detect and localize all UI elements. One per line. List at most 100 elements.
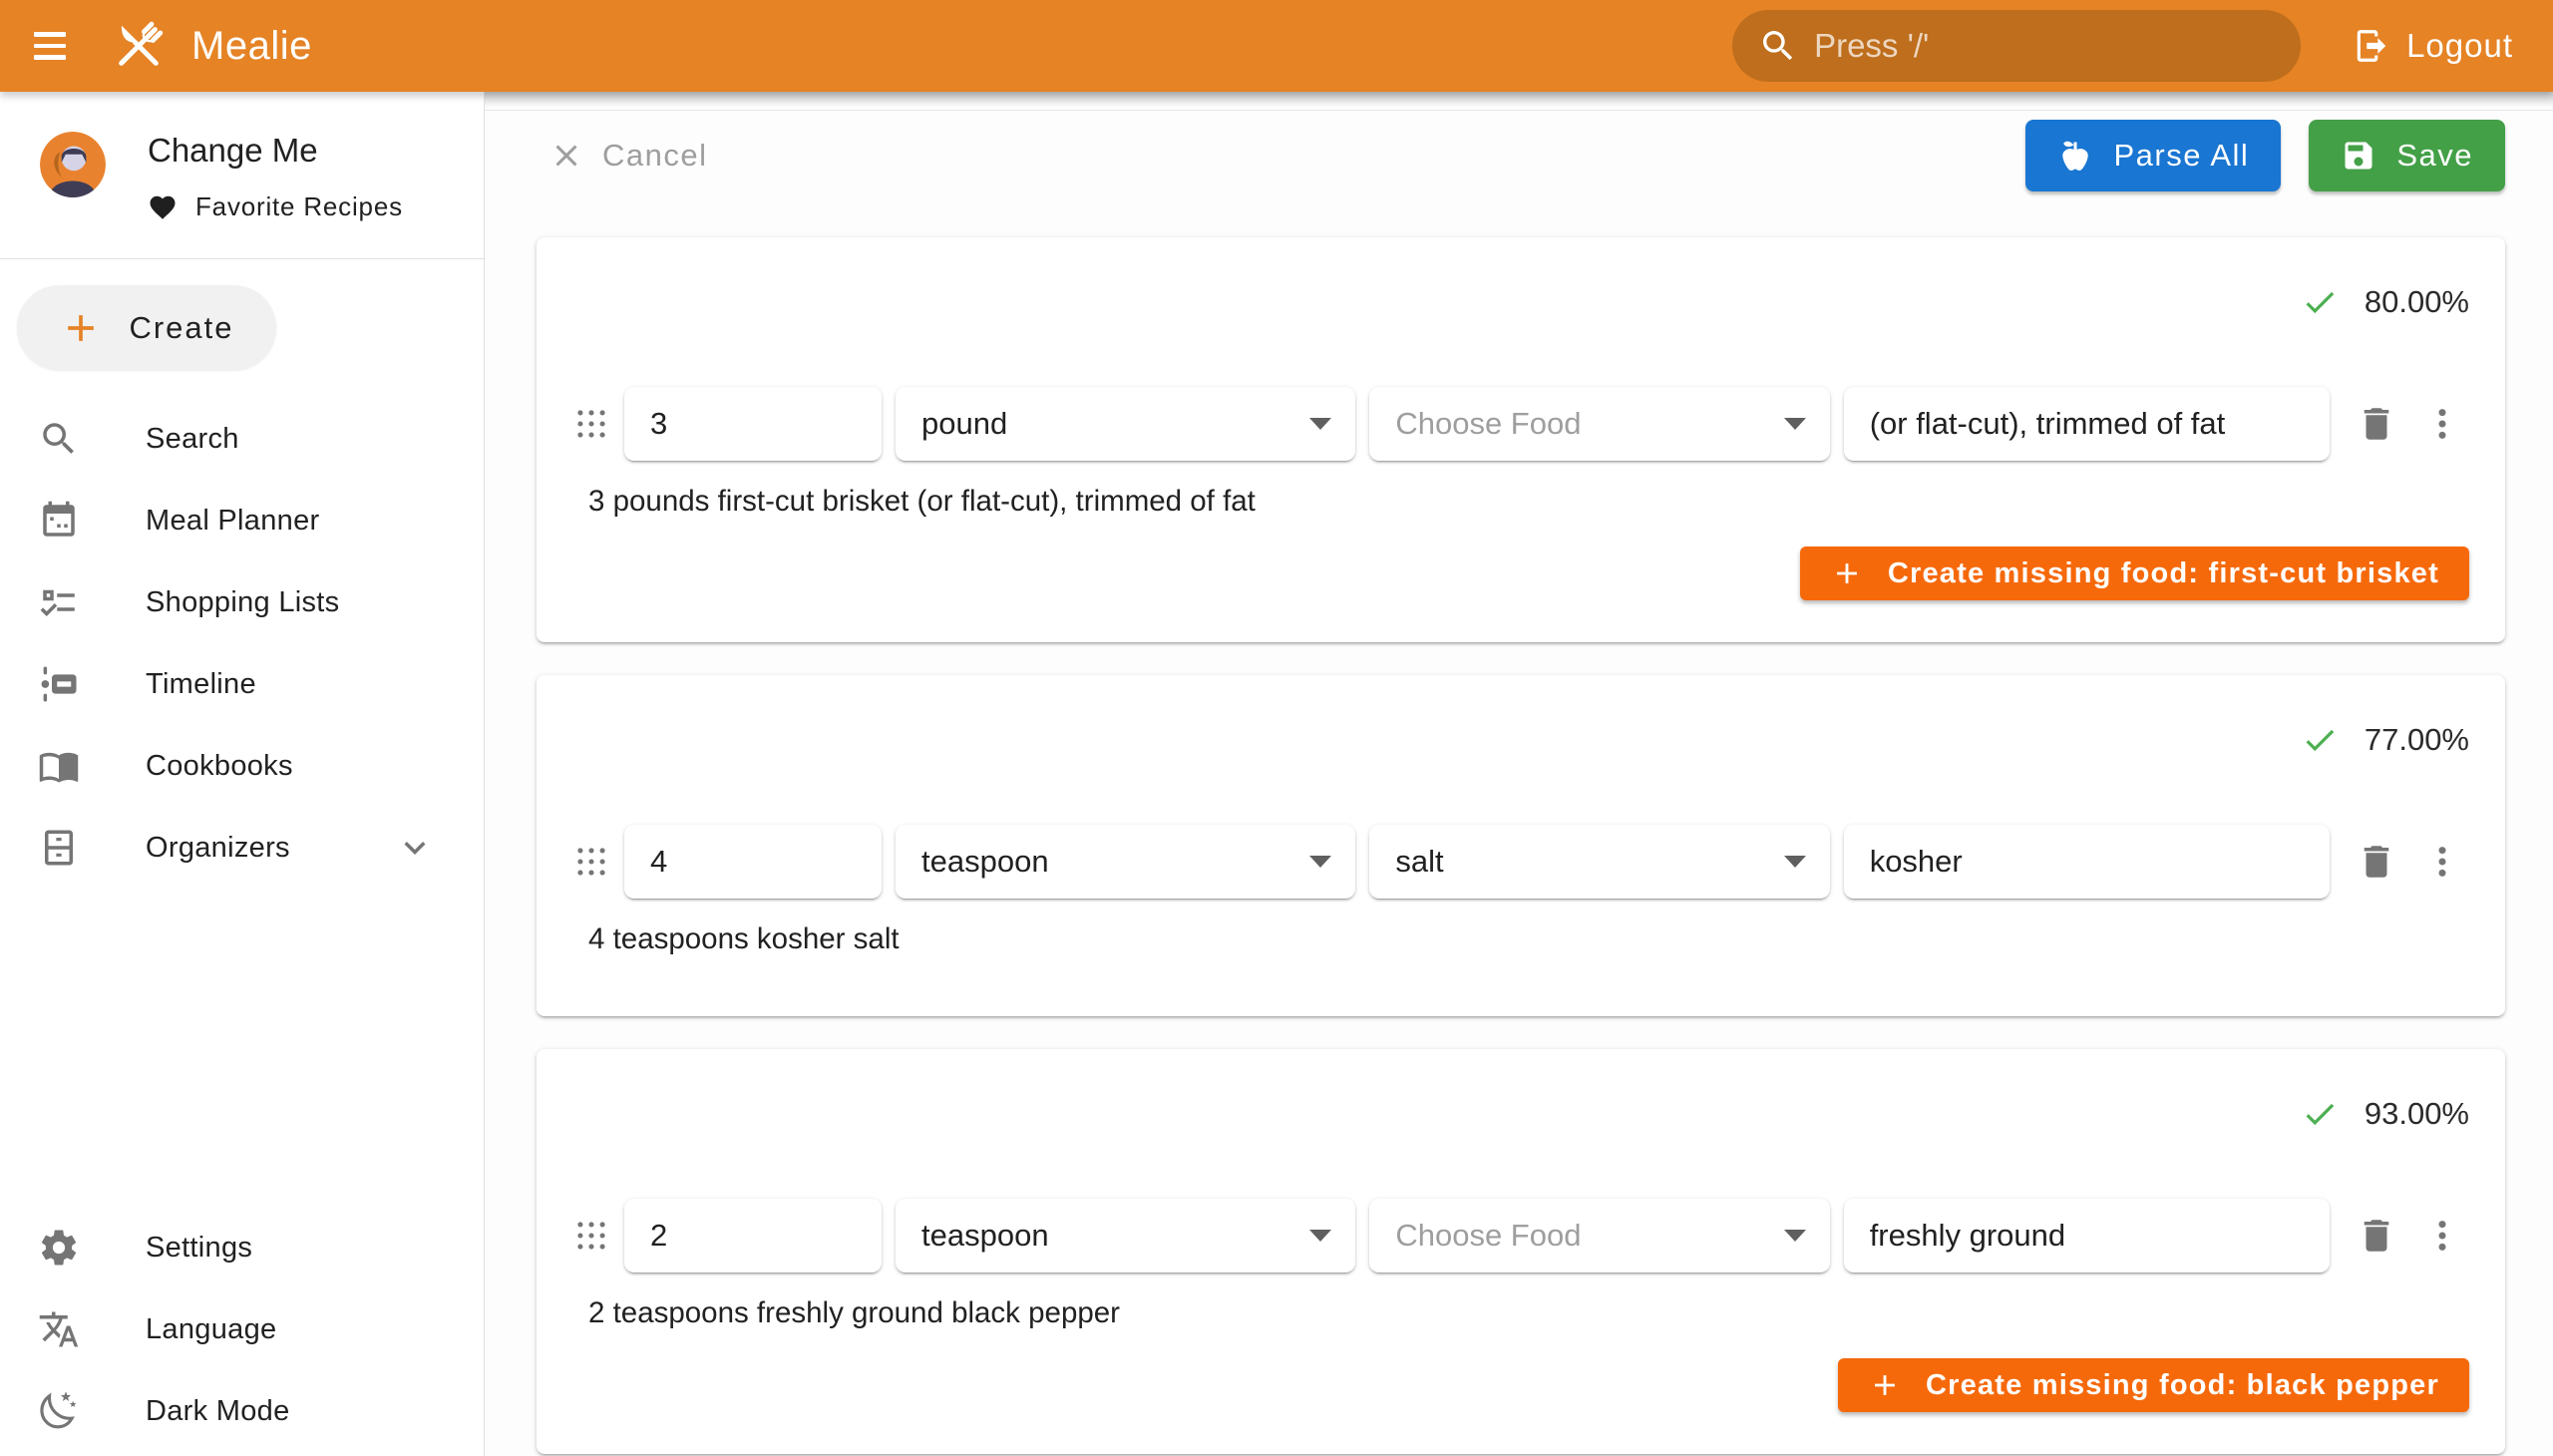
search-icon [1758, 26, 1798, 66]
unit-select[interactable]: teaspoon [896, 1199, 1355, 1273]
create-button[interactable]: Create [17, 285, 276, 370]
dropdown-arrow-icon [1309, 856, 1331, 868]
kebab-menu-icon [2421, 403, 2463, 445]
floppy-save-icon [2341, 138, 2376, 174]
sidebar-item-settings[interactable]: Settings [0, 1207, 484, 1288]
trash-icon [2356, 1215, 2397, 1257]
close-icon [548, 138, 584, 174]
cancel-label: Cancel [602, 138, 708, 174]
delete-button[interactable] [2350, 1209, 2403, 1263]
moon-stars-icon [38, 1390, 80, 1432]
sidebar: Change Me Favorite Recipes Create Search… [0, 92, 485, 1456]
mealie-logo-icon[interactable] [108, 15, 170, 77]
logout-icon [2353, 27, 2390, 65]
gear-icon [38, 1227, 80, 1269]
drag-handle-icon[interactable] [572, 401, 610, 447]
original-ingredient-text: 4 teaspoons kosher salt [588, 922, 2469, 956]
plus-icon [59, 306, 103, 350]
user-section: Change Me Favorite Recipes [0, 92, 484, 222]
search-placeholder: Press '/' [1814, 27, 1929, 65]
logout-label: Logout [2406, 27, 2513, 65]
save-button[interactable]: Save [2309, 120, 2505, 191]
dropdown-arrow-icon [1309, 418, 1331, 430]
food-select[interactable]: salt [1369, 825, 1829, 899]
kebab-menu-icon [2421, 841, 2463, 883]
parse-all-button[interactable]: Parse All [2025, 120, 2281, 191]
create-missing-food-button[interactable]: Create missing food: first-cut brisket [1800, 546, 2469, 600]
sidebar-item-shopping-lists[interactable]: Shopping Lists [0, 561, 484, 643]
delete-button[interactable] [2350, 835, 2403, 889]
food-select[interactable]: Choose Food [1369, 1199, 1829, 1273]
dropdown-arrow-icon [1784, 418, 1806, 430]
search-input[interactable]: Press '/' [1732, 10, 2301, 82]
user-name: Change Me [148, 132, 403, 170]
app-title: Mealie [191, 24, 312, 69]
food-select[interactable]: Choose Food [1369, 387, 1829, 461]
sidebar-item-timeline[interactable]: Timeline [0, 643, 484, 725]
plus-icon [1830, 556, 1864, 590]
quantity-input[interactable] [624, 387, 882, 461]
ingredient-card: 77.00% teaspoon salt [537, 675, 2505, 1016]
more-options-button[interactable] [2415, 397, 2469, 451]
timeline-icon [38, 663, 80, 705]
original-ingredient-text: 2 teaspoons freshly ground black pepper [588, 1296, 2469, 1330]
hamburger-menu-icon[interactable] [34, 26, 74, 66]
save-label: Save [2396, 138, 2473, 174]
sidebar-item-dark-mode[interactable]: Dark Mode [0, 1370, 484, 1452]
more-options-button[interactable] [2415, 1209, 2469, 1263]
logout-button[interactable]: Logout [2347, 17, 2519, 75]
parse-all-label: Parse All [2113, 138, 2249, 174]
kebab-menu-icon [2421, 1215, 2463, 1257]
check-icon [2301, 721, 2339, 759]
quantity-input[interactable] [624, 1199, 882, 1273]
scroll-shadow [485, 92, 2553, 108]
magnifier-icon [38, 418, 80, 460]
sidebar-item-language[interactable]: Language [0, 1288, 484, 1370]
sidebar-item-cookbooks[interactable]: Cookbooks [0, 725, 484, 807]
favorites-label: Favorite Recipes [195, 191, 403, 222]
note-input[interactable] [1844, 387, 2330, 461]
quantity-input[interactable] [624, 825, 882, 899]
unit-select[interactable]: pound [896, 387, 1355, 461]
note-input[interactable] [1844, 1199, 2330, 1273]
apple-icon [2057, 138, 2093, 174]
drag-handle-icon[interactable] [572, 839, 610, 885]
check-icon [2301, 283, 2339, 321]
parser-toolbar: Cancel Parse All Save [537, 120, 2505, 191]
note-input[interactable] [1844, 825, 2330, 899]
avatar[interactable] [40, 132, 106, 197]
ingredient-card: 80.00% pound Choose Food [537, 237, 2505, 642]
plus-icon [1868, 1368, 1902, 1402]
dropdown-arrow-icon [1784, 1230, 1806, 1242]
check-icon [2301, 1095, 2339, 1133]
drag-handle-icon[interactable] [572, 1213, 610, 1259]
create-missing-food-button[interactable]: Create missing food: black pepper [1838, 1358, 2469, 1412]
sidebar-item-search[interactable]: Search [0, 398, 484, 480]
sidebar-item-organizers[interactable]: Organizers [0, 807, 484, 889]
translate-icon [38, 1308, 80, 1350]
ingredient-card: 93.00% teaspoon Choose Food [537, 1049, 2505, 1454]
app-bar: Mealie Press '/' Logout [0, 0, 2553, 92]
create-label: Create [129, 310, 233, 346]
unit-select[interactable]: teaspoon [896, 825, 1355, 899]
dropdown-arrow-icon [1309, 1230, 1331, 1242]
trash-icon [2356, 841, 2397, 883]
original-ingredient-text: 3 pounds first-cut brisket (or flat-cut)… [588, 485, 2469, 519]
heart-icon [148, 192, 178, 222]
delete-button[interactable] [2350, 397, 2403, 451]
cancel-button[interactable]: Cancel [537, 130, 720, 182]
sidebar-item-meal-planner[interactable]: Meal Planner [0, 480, 484, 561]
main-content: Cancel Parse All Save 80.00% po [485, 92, 2553, 1456]
divider [485, 110, 2553, 111]
calendar-icon [38, 500, 80, 542]
dropdown-arrow-icon [1784, 856, 1806, 868]
confidence-percent: 77.00% [2365, 722, 2469, 758]
favorite-recipes-link[interactable]: Favorite Recipes [148, 191, 403, 222]
chevron-down-icon [394, 827, 436, 869]
more-options-button[interactable] [2415, 835, 2469, 889]
confidence-percent: 93.00% [2365, 1096, 2469, 1132]
open-book-icon [38, 745, 80, 787]
divider [0, 258, 484, 259]
trash-icon [2356, 403, 2397, 445]
file-cabinet-icon [38, 827, 80, 869]
